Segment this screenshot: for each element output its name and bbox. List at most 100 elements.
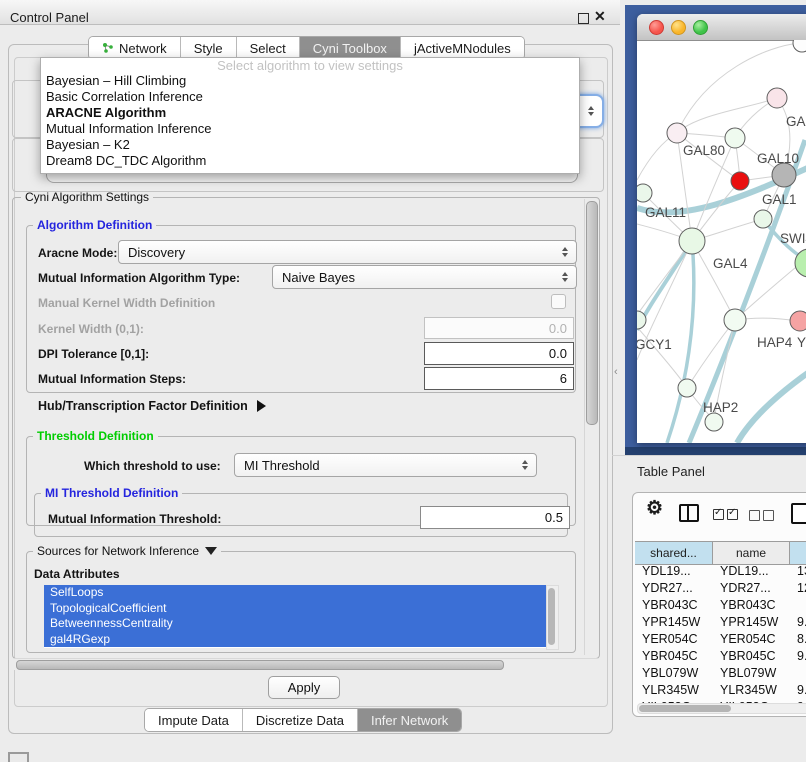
table-cell[interactable]: YER054C xyxy=(713,631,790,648)
table-cell[interactable]: YPR145W xyxy=(713,614,790,631)
scrollbar-thumb[interactable] xyxy=(16,660,504,670)
network-node[interactable] xyxy=(667,123,687,143)
dropdown-item[interactable]: Bayesian – K2 xyxy=(41,137,579,153)
network-edge[interactable] xyxy=(637,327,685,385)
mi-threshold-field[interactable]: 0.5 xyxy=(420,506,570,529)
dropdown-item[interactable]: Dream8 DC_TDC Algorithm xyxy=(41,153,579,169)
network-edge[interactable] xyxy=(637,241,692,315)
which-threshold-combobox[interactable]: MI Threshold xyxy=(234,453,537,477)
network-node[interactable] xyxy=(678,379,696,397)
network-node[interactable] xyxy=(724,309,746,331)
scrollbar-thumb[interactable] xyxy=(639,705,731,712)
table-cell[interactable]: YDR27... xyxy=(713,580,790,597)
network-node[interactable] xyxy=(637,184,652,202)
document-icon[interactable] xyxy=(791,503,806,524)
tab-select[interactable]: Select xyxy=(236,37,299,59)
mi-steps-field[interactable]: 6 xyxy=(424,367,574,390)
dropdown-item[interactable]: Basic Correlation Inference xyxy=(41,89,579,105)
scrollbar-thumb[interactable] xyxy=(586,201,598,425)
network-node[interactable] xyxy=(754,210,772,228)
deselect-all-checkboxes-icon[interactable] xyxy=(749,508,777,526)
sources-group-title[interactable]: Sources for Network Inference xyxy=(33,544,221,558)
column-header-partial[interactable]: A xyxy=(790,542,806,564)
tab-discretize-data[interactable]: Discretize Data xyxy=(242,709,357,731)
splitter-grip-icon[interactable]: ‹ xyxy=(614,366,618,378)
table-row[interactable]: YBL079WYBL079W xyxy=(635,665,806,682)
mi-type-combobox[interactable]: Naive Bayes xyxy=(272,265,577,289)
settings-horizontal-scrollbar[interactable] xyxy=(14,658,598,670)
network-node[interactable] xyxy=(793,40,806,52)
table-cell[interactable]: YER054C xyxy=(635,631,713,648)
network-node[interactable] xyxy=(767,88,787,108)
table-row[interactable]: YBR043CYBR043C xyxy=(635,597,806,614)
table-cell[interactable]: YDL19... xyxy=(635,563,713,580)
table-cell[interactable]: 13 xyxy=(790,563,806,580)
scrollbar-thumb[interactable] xyxy=(548,588,555,645)
network-node[interactable] xyxy=(772,163,796,187)
table-cell[interactable]: YDR27... xyxy=(635,580,713,597)
table-cell[interactable]: YPR145W xyxy=(635,614,713,631)
table-cell[interactable]: 9. xyxy=(790,648,806,665)
column-header-shared-name[interactable]: shared... xyxy=(635,542,713,564)
table-cell[interactable]: 9. xyxy=(790,682,806,699)
dpi-tolerance-field[interactable]: 0.0 xyxy=(424,342,574,365)
table-cell[interactable]: 12 xyxy=(790,580,806,597)
network-window-titlebar[interactable] xyxy=(637,14,806,41)
network-node[interactable] xyxy=(731,172,749,190)
network-edge[interactable] xyxy=(677,43,800,133)
table-row[interactable]: YDR27...YDR27...12 xyxy=(635,580,806,597)
table-row[interactable]: YPR145WYPR145W9. xyxy=(635,614,806,631)
network-node[interactable] xyxy=(705,413,723,431)
table-cell[interactable]: YLR345W xyxy=(635,682,713,699)
list-item[interactable]: SelfLoops xyxy=(44,585,546,601)
data-attributes-list[interactable]: SelfLoops TopologicalCoefficient Between… xyxy=(44,585,546,648)
kernel-width-field[interactable]: 0.0 xyxy=(424,317,574,339)
tab-cyni-toolbox[interactable]: Cyni Toolbox xyxy=(299,37,400,59)
float-panel-icon[interactable] xyxy=(578,13,589,24)
minimize-traffic-light-icon[interactable] xyxy=(671,20,686,35)
list-item[interactable]: TopologicalCoefficient xyxy=(44,601,546,617)
table-row[interactable]: YBR045CYBR045C9. xyxy=(635,648,806,665)
table-cell[interactable]: YDL19... xyxy=(713,563,790,580)
table-cell[interactable] xyxy=(790,597,806,614)
tab-style[interactable]: Style xyxy=(180,37,236,59)
network-node[interactable] xyxy=(725,128,745,148)
gear-icon[interactable]: ⚙ xyxy=(646,497,663,520)
apply-button[interactable]: Apply xyxy=(268,676,340,699)
table-cell[interactable]: YBL079W xyxy=(713,665,790,682)
table-cell[interactable] xyxy=(790,665,806,682)
network-edge[interactable] xyxy=(737,370,806,443)
tab-impute-data[interactable]: Impute Data xyxy=(145,709,242,731)
table-cell[interactable]: YBR045C xyxy=(713,648,790,665)
dropdown-item[interactable]: Bayesian – Hill Climbing xyxy=(41,73,579,89)
tab-infer-network[interactable]: Infer Network xyxy=(357,709,461,731)
hub-definition-expander[interactable]: Hub/Transcription Factor Definition xyxy=(38,399,266,413)
network-edge[interactable] xyxy=(677,98,777,133)
dropdown-item[interactable]: Mutual Information Inference xyxy=(41,121,579,137)
table-horizontal-scrollbar[interactable] xyxy=(637,703,806,714)
table-cell[interactable]: 9. xyxy=(790,614,806,631)
table-row[interactable]: YLR345WYLR345W9. xyxy=(635,682,806,699)
table-row[interactable]: YER054CYER054C8. xyxy=(635,631,806,648)
network-canvas[interactable]: GALGAL80GAL10GAL1GAL11SWI4GAL4HAP4YGCY1H… xyxy=(637,40,806,443)
close-traffic-light-icon[interactable] xyxy=(649,20,664,35)
select-all-checkboxes-icon[interactable] xyxy=(713,507,741,525)
aracne-mode-combobox[interactable]: Discovery xyxy=(118,240,577,264)
table-cell[interactable]: YBR045C xyxy=(635,648,713,665)
list-vertical-scrollbar[interactable] xyxy=(546,585,559,650)
table-cell[interactable]: YBL079W xyxy=(635,665,713,682)
settings-vertical-scrollbar[interactable] xyxy=(584,199,598,655)
table-cell[interactable]: YLR345W xyxy=(713,682,790,699)
table-cell[interactable]: YBR043C xyxy=(635,597,713,614)
dropdown-item-selected[interactable]: ARACNE Algorithm xyxy=(41,105,579,121)
tab-jactivemnodules[interactable]: jActiveMNodules xyxy=(400,37,524,59)
manual-kernel-checkbox[interactable] xyxy=(551,294,566,309)
column-header-name[interactable]: name xyxy=(713,542,790,564)
table-cell[interactable]: 8. xyxy=(790,631,806,648)
close-icon[interactable]: ✕ xyxy=(594,8,606,25)
network-node[interactable] xyxy=(679,228,705,254)
minimized-panel-icon[interactable] xyxy=(8,752,29,762)
split-columns-icon[interactable] xyxy=(679,504,699,522)
table-cell[interactable]: YBR043C xyxy=(713,597,790,614)
list-item[interactable]: BetweennessCentrality xyxy=(44,616,546,632)
